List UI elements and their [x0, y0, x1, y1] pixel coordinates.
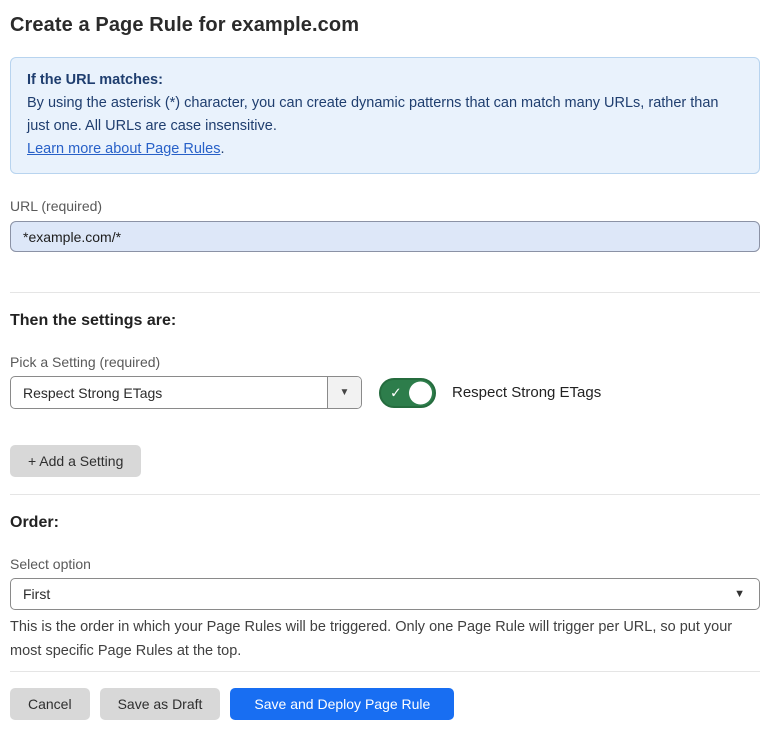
url-match-info-box: If the URL matches: By using the asteris…	[10, 57, 760, 174]
setting-select-value: Respect Strong ETags	[11, 385, 327, 401]
setting-select-arrow-button[interactable]: ▼	[327, 377, 361, 408]
url-label: URL (required)	[10, 198, 760, 214]
order-select[interactable]: First ▼	[10, 578, 760, 610]
order-help-text: This is the order in which your Page Rul…	[10, 615, 750, 663]
chevron-down-icon: ▼	[734, 589, 759, 600]
url-input[interactable]	[10, 221, 760, 252]
settings-section-heading: Then the settings are:	[10, 312, 760, 330]
section-divider	[10, 292, 760, 293]
create-page-rule-form: Create a Page Rule for example.com If th…	[0, 0, 769, 736]
chevron-down-icon: ▼	[340, 388, 350, 398]
toggle-label: Respect Strong ETags	[452, 384, 601, 401]
info-box-body: By using the asterisk (*) character, you…	[27, 92, 727, 138]
section-divider	[10, 494, 760, 495]
order-section-heading: Order:	[10, 514, 760, 532]
select-option-label: Select option	[10, 556, 760, 572]
order-select-value: First	[11, 586, 734, 602]
footer-divider	[10, 671, 760, 672]
learn-more-link[interactable]: Learn more about Page Rules	[27, 141, 220, 157]
footer-button-row: Cancel Save as Draft Save and Deploy Pag…	[10, 688, 760, 720]
setting-row: Respect Strong ETags ▼ ✓ Respect Strong …	[10, 376, 760, 409]
setting-select[interactable]: Respect Strong ETags ▼	[10, 376, 362, 409]
page-title: Create a Page Rule for example.com	[10, 14, 760, 37]
save-and-deploy-button[interactable]: Save and Deploy Page Rule	[230, 688, 454, 720]
info-box-link-line: Learn more about Page Rules.	[27, 138, 743, 161]
link-suffix-text: .	[220, 141, 224, 157]
check-icon: ✓	[390, 385, 402, 399]
save-as-draft-button[interactable]: Save as Draft	[100, 688, 221, 720]
respect-strong-etags-toggle[interactable]: ✓	[379, 378, 436, 408]
pick-setting-label: Pick a Setting (required)	[10, 354, 760, 370]
toggle-knob	[409, 381, 432, 404]
add-setting-button[interactable]: + Add a Setting	[10, 445, 141, 477]
info-box-heading: If the URL matches:	[27, 69, 743, 92]
cancel-button[interactable]: Cancel	[10, 688, 90, 720]
